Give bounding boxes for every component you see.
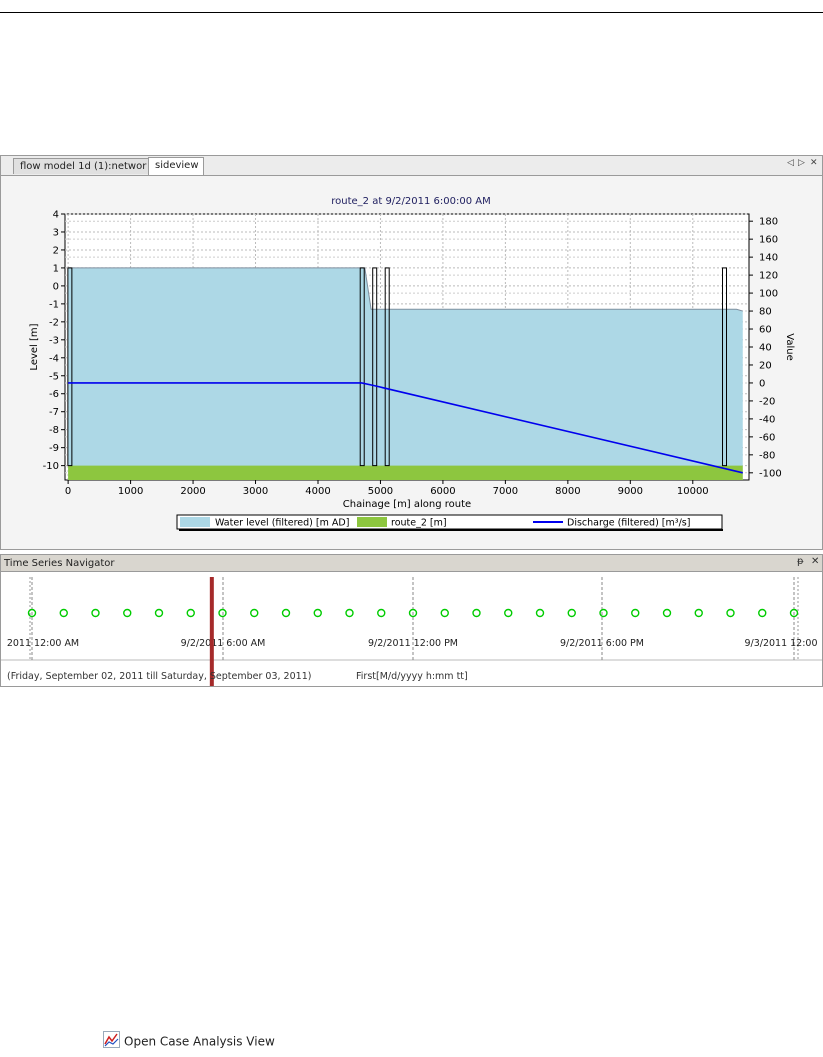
y2-tick-label: 0 (759, 378, 765, 389)
y2-tick-label: -80 (759, 450, 775, 461)
document-tabstrip: flow model 1d (1):networ sideview ◁ ▷ ✕ (1, 156, 822, 176)
legend-label-water: Water level (filtered) [m AD] (215, 518, 349, 529)
x-tick-label: 10000 (677, 486, 709, 497)
y2-tick-label: -60 (759, 432, 775, 443)
sideview-window: flow model 1d (1):networ sideview ◁ ▷ ✕ … (0, 155, 823, 550)
y-axis-label: Level [m] (29, 323, 40, 370)
x-axis-label: Chainage [m] along route (343, 499, 471, 510)
navigator-range-text: (Friday, September 02, 2011 till Saturda… (7, 671, 311, 682)
legend-label-bed: route_2 [m] (391, 518, 447, 529)
navigator-format-text: First[M/d/yyyy h:mm tt] (356, 671, 468, 682)
y2-tick-label: 20 (759, 360, 772, 371)
page-top-rule (0, 12, 823, 13)
y2-axis-label: Value (784, 333, 795, 360)
x-tick-label: 4000 (305, 486, 330, 497)
sideview-chart[interactable]: route_2 at 9/2/2011 6:00:00 AM 0 1000 2000… (1, 176, 822, 548)
y2-tick-label: -40 (759, 414, 775, 425)
x-tick-label: 0 (65, 486, 71, 497)
legend-swatch-water (180, 517, 210, 527)
open-case-analysis-link[interactable]: Open Case Analysis View (103, 1031, 275, 1049)
y2-tick-label: -20 (759, 396, 775, 407)
time-series-navigator: Time Series Navigator ᵽ ✕ 2011 12:00 AM 9… (0, 554, 823, 687)
y2-tick-label: 100 (759, 289, 778, 300)
y2-tick-label: 160 (759, 235, 778, 246)
open-case-label: Open Case Analysis View (124, 1034, 275, 1049)
y-tick-label: -4 (49, 353, 59, 364)
x-tick-label: 5000 (368, 486, 393, 497)
navigator-axis-label: 9/2/2011 6:00 AM (181, 638, 266, 649)
y-tick-label: 0 (53, 281, 59, 292)
x-tick-label: 3000 (243, 486, 268, 497)
legend-swatch-bed (357, 517, 387, 527)
y2-tick-label: 120 (759, 271, 778, 282)
tab-scroll-left-icon[interactable]: ◁ (787, 158, 794, 168)
y-tick-label: -8 (49, 425, 59, 436)
y-tick-label: 1 (53, 263, 59, 274)
navigator-timeline[interactable]: 2011 12:00 AM 9/2/2011 6:00 AM 9/2/2011 12… (1, 573, 822, 686)
tab-close-icon[interactable]: ✕ (810, 158, 818, 168)
pin-icon[interactable]: ᵽ (797, 556, 804, 567)
y-tick-label: 2 (53, 245, 59, 256)
chart-title: route_2 at 9/2/2011 6:00:00 AM (331, 196, 490, 207)
navigator-background (1, 573, 822, 686)
x-tick-label: 1000 (118, 486, 143, 497)
y-tick-label: -3 (49, 335, 59, 346)
navigator-axis-label: 9/3/2011 12:00 (744, 638, 817, 649)
route-bed-area (68, 465, 743, 480)
y-tick-label: 4 (53, 210, 59, 221)
x-tick-label: 7000 (493, 486, 518, 497)
x-tick-label: 6000 (430, 486, 455, 497)
tab-scroll-right-icon[interactable]: ▷ (798, 158, 805, 168)
y-tick-label: -10 (43, 461, 59, 472)
y-tick-label: 3 (53, 227, 59, 238)
y-tick-label: -2 (49, 317, 59, 328)
y2-tick-label: 180 (759, 217, 778, 228)
x-tick-label: 8000 (555, 486, 580, 497)
navigator-axis-label: 2011 12:00 AM (7, 638, 79, 649)
y2-tick-label: 80 (759, 307, 772, 318)
navigator-axis-label: 9/2/2011 12:00 PM (368, 638, 458, 649)
y2-tick-label: -100 (759, 468, 782, 479)
y-tick-label: -1 (49, 299, 59, 310)
x-tick-label: 2000 (180, 486, 205, 497)
tab-network[interactable]: flow model 1d (1):networ (13, 158, 149, 174)
y2-tick-label: 60 (759, 325, 772, 336)
tab-sideview[interactable]: sideview (148, 157, 204, 175)
legend-label-discharge: Discharge (filtered) [m³/s] (567, 518, 690, 529)
y2-tick-label: 40 (759, 343, 772, 354)
navigator-close-icon[interactable]: ✕ (811, 556, 819, 567)
case-analysis-icon (103, 1031, 120, 1053)
current-time-cursor[interactable] (209, 577, 214, 686)
chart-legend: Water level (filtered) [m AD] route_2 [m]… (176, 514, 723, 531)
y-tick-label: -9 (49, 443, 59, 454)
navigator-title: Time Series Navigator (1, 555, 822, 572)
x-tick-label: 9000 (618, 486, 643, 497)
y-tick-label: -7 (49, 407, 59, 418)
y-tick-label: -6 (49, 389, 59, 400)
y2-tick-label: 140 (759, 253, 778, 264)
navigator-axis-label: 9/2/2011 6:00 PM (560, 638, 644, 649)
y-tick-label: -5 (49, 371, 59, 382)
